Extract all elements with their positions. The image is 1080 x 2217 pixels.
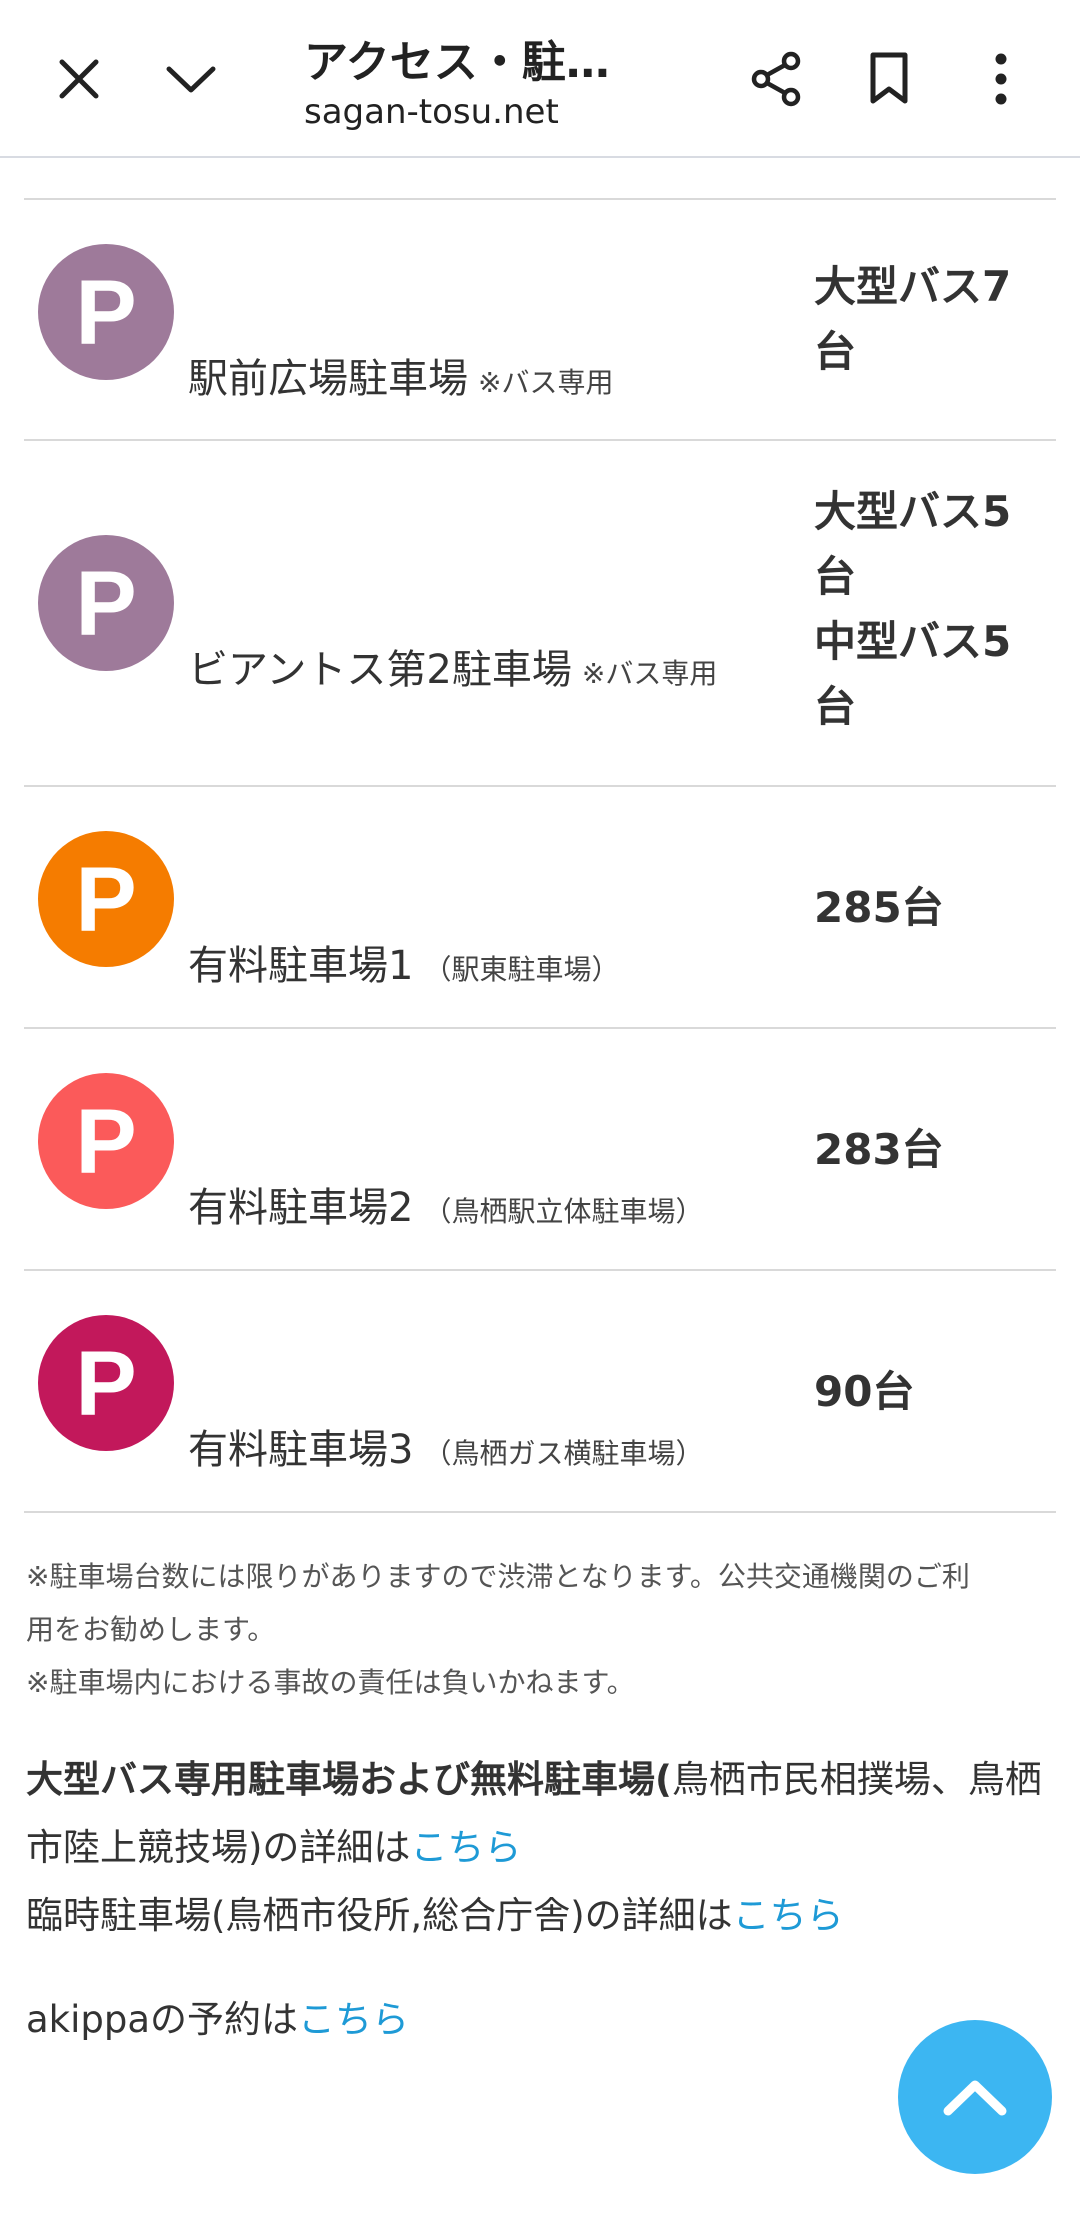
chevron-up-icon bbox=[943, 2080, 1007, 2116]
page-title: アクセス・駐… bbox=[304, 37, 610, 88]
bus-parking-heading: 大型バス専用駐車場および無料駐車場( bbox=[26, 1758, 672, 1801]
bookmark-button[interactable] bbox=[846, 36, 932, 122]
parking-name: ビアントス第2駐車場 ※バス専用 bbox=[188, 637, 717, 695]
note-line: ※駐車場台数には限りがありますので渋滞となります。公共交通機関のご利 bbox=[26, 1560, 970, 1593]
parking-name-text: 有料駐車場3 bbox=[188, 1427, 414, 1473]
parking-icon: P bbox=[38, 244, 174, 380]
parking-icon: P bbox=[38, 1073, 174, 1209]
parking-note: （鳥栖駅立体駐車場） bbox=[423, 1195, 704, 1228]
table-row: P 有料駐車場3 （鳥栖ガス横駐車場） 90台 bbox=[24, 1271, 1056, 1513]
table-row: P 駅前広場駐車場 ※バス専用 大型バス7 台 bbox=[24, 200, 1056, 441]
more-options-button[interactable] bbox=[958, 36, 1044, 122]
parking-name-text: 駅前広場駐車場 bbox=[188, 356, 468, 402]
parking-name: 有料駐車場1 （駅東駐車場） bbox=[188, 933, 619, 991]
bus-parking-text: 市陸上競技場)の詳細は bbox=[26, 1826, 411, 1869]
capacity-line: 中型バス5 bbox=[814, 617, 1012, 666]
parking-icon-letter: P bbox=[75, 849, 137, 951]
note-line: 用をお勧めします。 bbox=[26, 1613, 276, 1646]
parking-notes: ※駐車場台数には限りがありますので渋滞となります。公共交通機関のご利 用をお勧め… bbox=[26, 1550, 1056, 1709]
parking-capacity: 大型バス7 台 bbox=[814, 254, 1044, 384]
akippa-text: akippaの予約は bbox=[26, 1998, 299, 2041]
bus-parking-detail: 大型バス専用駐車場および無料駐車場(鳥栖市民相撲場、鳥栖 市陸上競技場)の詳細は… bbox=[26, 1746, 1056, 1950]
parking-capacity: 283台 bbox=[814, 1117, 1044, 1182]
capacity-line: 台 bbox=[814, 327, 857, 376]
more-vert-icon bbox=[995, 53, 1007, 105]
bus-parking-text: 鳥栖市民相撲場、鳥栖 bbox=[671, 1758, 1042, 1801]
parking-icon: P bbox=[38, 535, 174, 671]
temporary-parking-text: 臨時駐車場(鳥栖市役所,総合庁舎)の詳細は bbox=[26, 1894, 733, 1937]
bookmark-icon bbox=[870, 52, 908, 104]
capacity-line: 台 bbox=[814, 682, 857, 731]
collapse-button[interactable] bbox=[148, 36, 234, 122]
table-row: P ビアントス第2駐車場 ※バス専用 大型バス5 台 中型バス5 台 bbox=[24, 441, 1056, 787]
parking-capacity: 大型バス5 台 中型バス5 台 bbox=[814, 479, 1044, 739]
parking-note: ※バス専用 bbox=[478, 366, 614, 399]
parking-note: （鳥栖ガス横駐車場） bbox=[423, 1437, 704, 1470]
table-row: P 有料駐車場1 （駅東駐車場） 285台 bbox=[24, 787, 1056, 1029]
chevron-down-icon bbox=[166, 66, 216, 93]
parking-capacity: 90台 bbox=[814, 1359, 1044, 1424]
parking-name: 有料駐車場3 （鳥栖ガス横駐車場） bbox=[188, 1417, 703, 1475]
parking-note: ※バス専用 bbox=[581, 657, 718, 690]
parking-name: 有料駐車場2 （鳥栖駅立体駐車場） bbox=[188, 1175, 703, 1233]
parking-icon: P bbox=[38, 831, 174, 967]
akippa-link[interactable]: こちら bbox=[298, 1998, 409, 2041]
akippa-detail: akippaの予約はこちら bbox=[26, 1986, 1056, 2054]
parking-icon-letter: P bbox=[75, 262, 137, 364]
table-row: P 有料駐車場2 （鳥栖駅立体駐車場） 283台 bbox=[24, 1029, 1056, 1271]
close-icon bbox=[59, 59, 99, 99]
share-icon bbox=[751, 51, 801, 107]
temporary-parking-link[interactable]: こちら bbox=[733, 1894, 844, 1937]
capacity-line: 283台 bbox=[814, 1125, 944, 1174]
page-url: sagan-tosu.net bbox=[304, 92, 559, 132]
close-button[interactable] bbox=[36, 36, 122, 122]
parking-name-text: 有料駐車場1 bbox=[188, 943, 414, 989]
parking-name: 駅前広場駐車場 ※バス専用 bbox=[188, 346, 613, 404]
parking-name-text: ビアントス第2駐車場 bbox=[188, 647, 572, 693]
bus-parking-link[interactable]: こちら bbox=[410, 1826, 521, 1869]
parking-icon-letter: P bbox=[75, 1091, 137, 1193]
capacity-line: 台 bbox=[814, 552, 857, 601]
parking-capacity: 285台 bbox=[814, 875, 1044, 940]
capacity-line: 285台 bbox=[814, 883, 944, 932]
browser-top-bar: アクセス・駐… sagan-tosu.net bbox=[0, 0, 1080, 158]
parking-icon-letter: P bbox=[75, 1333, 137, 1435]
parking-note: （駅東駐車場） bbox=[423, 953, 620, 986]
note-line: ※駐車場内における事故の責任は負いかねます。 bbox=[26, 1666, 635, 1699]
parking-icon-letter: P bbox=[75, 553, 137, 655]
scroll-to-top-button[interactable] bbox=[898, 2020, 1052, 2174]
capacity-line: 90台 bbox=[814, 1367, 915, 1416]
parking-name-text: 有料駐車場2 bbox=[188, 1185, 414, 1231]
share-button[interactable] bbox=[734, 36, 820, 122]
capacity-line: 大型バス5 bbox=[814, 487, 1012, 536]
capacity-line: 大型バス7 bbox=[814, 262, 1012, 311]
parking-icon: P bbox=[38, 1315, 174, 1451]
